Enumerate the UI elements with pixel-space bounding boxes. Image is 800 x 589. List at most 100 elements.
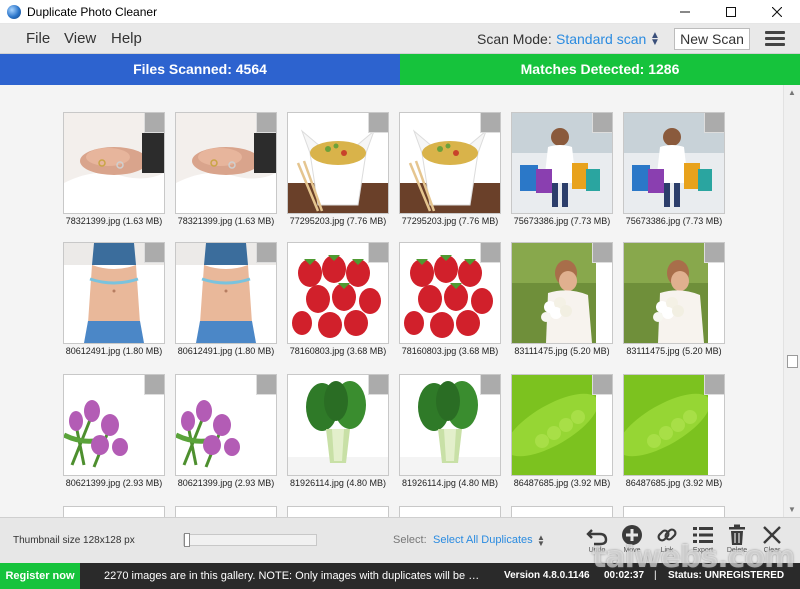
photo-thumbnail[interactable]	[287, 112, 389, 214]
select-checkbox[interactable]	[368, 113, 388, 133]
photo-thumbnail[interactable]	[623, 112, 725, 214]
thumbnail-size-slider[interactable]	[183, 533, 317, 547]
select-checkbox[interactable]	[256, 113, 276, 133]
select-checkbox[interactable]	[592, 243, 612, 263]
close-button[interactable]	[754, 0, 800, 24]
status-bar: Register now 2270 images are in this gal…	[0, 563, 800, 589]
photo-thumbnail[interactable]	[63, 242, 165, 344]
scrollbar-thumb[interactable]	[787, 355, 798, 368]
vertical-scrollbar[interactable]: ▲ ▼	[783, 85, 800, 517]
photo-caption: 81926114.jpg (4.80 MB)	[402, 478, 498, 488]
scroll-down-arrow-icon[interactable]: ▼	[788, 505, 796, 514]
select-checkbox[interactable]	[480, 375, 500, 395]
link-label: Link	[660, 547, 674, 554]
photo-caption: 80612491.jpg (1.80 MB)	[177, 346, 275, 356]
status-message: 2270 images are in this gallery. NOTE: O…	[104, 570, 484, 582]
clear-label: Clear	[763, 547, 781, 554]
updown-arrow-icon[interactable]: ▲ ▼	[650, 31, 660, 48]
select-checkbox[interactable]	[704, 113, 724, 133]
move-button[interactable]: Move	[615, 524, 649, 554]
menu-bar: File View Help Scan Mode: Standard scan …	[0, 24, 800, 54]
menu-help[interactable]: Help	[111, 30, 142, 47]
photo-thumbnail[interactable]	[623, 242, 725, 344]
link-button[interactable]: Link	[650, 524, 684, 554]
select-checkbox[interactable]	[480, 113, 500, 133]
photo-thumbnail[interactable]	[63, 506, 165, 517]
photo-thumbnail[interactable]	[511, 506, 613, 517]
hamburger-menu-icon[interactable]	[765, 31, 785, 47]
version-label: Version 4.8.0.1146	[504, 570, 590, 581]
clear-button[interactable]: Clear	[755, 524, 789, 554]
delete-button[interactable]: Delete	[720, 524, 754, 554]
photo-thumbnail[interactable]	[623, 506, 725, 517]
matches-detected-banner: Matches Detected: 1286	[400, 54, 800, 85]
select-checkbox[interactable]	[592, 113, 612, 133]
window-title: Duplicate Photo Cleaner	[27, 5, 158, 19]
photo-thumbnail[interactable]	[511, 112, 613, 214]
photo-thumbnail[interactable]	[175, 112, 277, 214]
app-icon	[7, 5, 21, 19]
select-checkbox[interactable]	[144, 375, 164, 395]
photo-thumbnail[interactable]	[175, 242, 277, 344]
thumbnail-size-label: Thumbnail size 128x128 px	[13, 535, 135, 546]
select-duplicates-dropdown[interactable]: Select All Duplicates	[433, 534, 533, 546]
files-scanned-banner: Files Scanned: 4564	[0, 54, 400, 85]
minimize-icon	[680, 11, 690, 13]
list-icon	[693, 527, 713, 543]
new-scan-button[interactable]: New Scan	[674, 28, 750, 50]
photo-caption: 75673386.jpg (7.73 MB)	[513, 216, 611, 226]
minimize-button[interactable]	[662, 0, 708, 24]
photo-thumbnail[interactable]	[399, 374, 501, 476]
trash-icon	[729, 524, 745, 545]
select-checkbox[interactable]	[592, 375, 612, 395]
photo-thumbnail[interactable]	[287, 242, 389, 344]
undo-button[interactable]: Undo	[580, 524, 614, 554]
select-checkbox[interactable]	[144, 113, 164, 133]
photo-thumbnail[interactable]	[399, 506, 501, 517]
photo-thumbnail[interactable]	[175, 506, 277, 517]
select-checkbox[interactable]	[368, 375, 388, 395]
photo-thumbnail[interactable]	[511, 242, 613, 344]
photo-thumbnail[interactable]	[399, 242, 501, 344]
maximize-button[interactable]	[708, 0, 754, 24]
status-separator: |	[654, 570, 657, 581]
photo-thumbnail[interactable]	[623, 374, 725, 476]
registration-status: Status: UNREGISTERED	[668, 570, 785, 581]
select-checkbox[interactable]	[704, 375, 724, 395]
updown-arrow-icon[interactable]: ▲ ▼	[537, 534, 545, 548]
export-label: Export	[692, 547, 714, 554]
photo-caption: 86487685.jpg (3.92 MB)	[513, 478, 611, 488]
photo-caption: 80621399.jpg (2.93 MB)	[65, 478, 163, 488]
scan-mode-select[interactable]: Standard scan	[556, 31, 646, 47]
photo-thumbnail[interactable]	[287, 506, 389, 517]
select-label: Select:	[393, 534, 427, 546]
select-checkbox[interactable]	[256, 375, 276, 395]
register-now-button[interactable]: Register now	[0, 563, 80, 589]
photo-caption: 77295203.jpg (7.76 MB)	[289, 216, 387, 226]
select-checkbox[interactable]	[368, 243, 388, 263]
select-checkbox[interactable]	[144, 243, 164, 263]
photo-caption: 77295203.jpg (7.76 MB)	[401, 216, 499, 226]
select-checkbox[interactable]	[704, 243, 724, 263]
maximize-icon	[726, 7, 736, 17]
photo-caption: 83111475.jpg (5.20 MB)	[514, 346, 610, 356]
photo-thumbnail[interactable]	[63, 112, 165, 214]
link-icon	[657, 528, 677, 542]
photo-thumbnail[interactable]	[399, 112, 501, 214]
slider-handle[interactable]	[184, 533, 190, 547]
select-checkbox[interactable]	[480, 243, 500, 263]
menu-file[interactable]: File	[26, 30, 50, 47]
photo-caption: 78321399.jpg (1.63 MB)	[177, 216, 275, 226]
menu-view[interactable]: View	[64, 30, 96, 47]
photo-thumbnail[interactable]	[63, 374, 165, 476]
undo-label: Undo	[588, 547, 606, 554]
export-button[interactable]: Export	[686, 524, 720, 554]
photo-gallery: ▲ ▼ 78321399.jpg (1.63 MB) 78321399.jpg (…	[0, 85, 800, 517]
photo-thumbnail[interactable]	[175, 374, 277, 476]
scroll-up-arrow-icon[interactable]: ▲	[788, 88, 796, 97]
photo-thumbnail[interactable]	[511, 374, 613, 476]
photo-caption: 86487685.jpg (3.92 MB)	[625, 478, 723, 488]
photo-thumbnail[interactable]	[287, 374, 389, 476]
select-checkbox[interactable]	[256, 243, 276, 263]
photo-caption: 80612491.jpg (1.80 MB)	[65, 346, 163, 356]
